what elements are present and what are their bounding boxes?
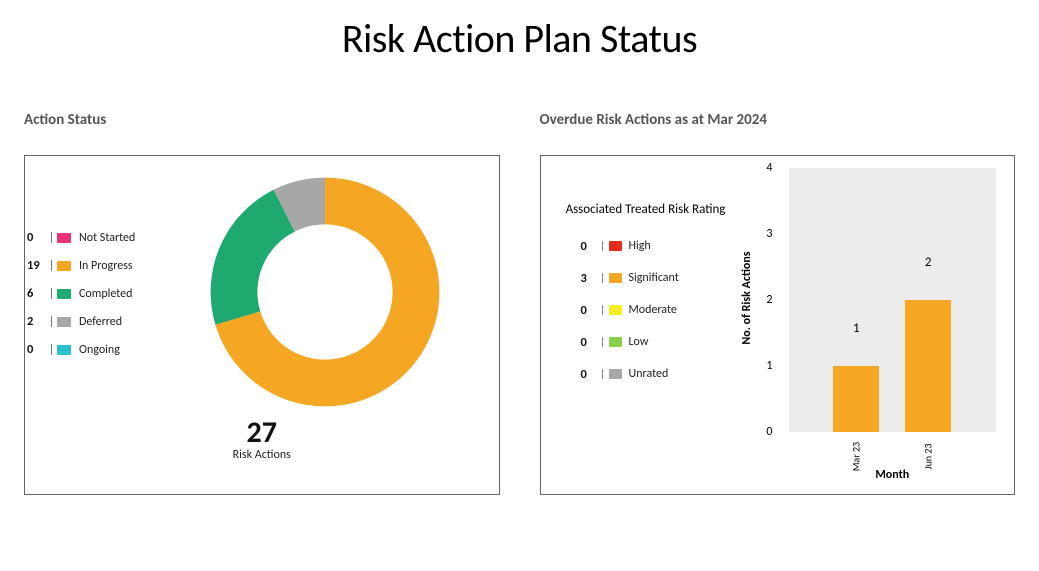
total-risk-actions: 27 Risk Actions	[25, 414, 499, 462]
legend-count: 0	[581, 239, 599, 254]
legend-row: 19 In Progress	[27, 258, 135, 273]
bar-value: 1	[853, 321, 860, 336]
legend-count: 19	[27, 258, 49, 273]
page-title: Risk Action Plan Status	[0, 14, 1039, 63]
y-tick: 0	[766, 425, 772, 439]
legend-label: Ongoing	[79, 343, 120, 357]
legend-row: 0 High	[581, 239, 733, 254]
legend-swatch	[57, 261, 71, 271]
legend-swatch	[609, 273, 622, 283]
legend-swatch	[609, 337, 622, 347]
legend-count: 0	[27, 230, 49, 245]
legend-row: 2 Deferred	[27, 314, 135, 329]
action-status-legend: 0 Not Started 19 In Progress 6 Completed 2 Defe…	[27, 230, 135, 370]
legend-count: 6	[27, 286, 49, 301]
legend-count: 2	[27, 314, 49, 329]
legend-label: Deferred	[79, 315, 122, 329]
legend-label: Unrated	[629, 367, 669, 381]
legend-row: 0 Ongoing	[27, 342, 135, 357]
legend-label: In Progress	[79, 259, 133, 273]
legend-swatch	[57, 317, 71, 327]
action-status-panel: Action Status 0 Not Started 19 In Progress 6…	[24, 111, 500, 495]
legend-swatch	[57, 345, 71, 355]
legend-swatch	[609, 305, 622, 315]
legend-label: High	[629, 239, 651, 253]
legend-row: 0 Unrated	[581, 367, 733, 382]
legend-count: 3	[581, 271, 599, 286]
legend-label: Low	[629, 335, 649, 349]
y-tick: 1	[766, 359, 772, 373]
total-count: 27	[25, 414, 499, 451]
legend-label: Moderate	[629, 303, 677, 317]
bar-value: 2	[925, 255, 932, 270]
legend-row: 3 Significant	[581, 271, 733, 286]
y-axis-label: No. of Risk Actions	[740, 251, 754, 344]
legend-row: 0 Not Started	[27, 230, 135, 245]
overdue-legend: Associated Treated Risk Rating 0 High 3 Sig…	[553, 166, 733, 486]
legend-row: 6 Completed	[27, 286, 135, 301]
action-status-card: 0 Not Started 19 In Progress 6 Completed 2 Defe…	[24, 155, 500, 495]
legend-label: Significant	[629, 271, 679, 285]
legend-swatch	[609, 369, 622, 379]
x-axis-label: Month	[789, 468, 997, 482]
legend-count: 0	[581, 335, 599, 350]
legend-count: 0	[581, 303, 599, 318]
legend-row: 0 Low	[581, 335, 733, 350]
x-axis-ticks: Mar 23Jun 23	[789, 438, 997, 463]
action-status-donut	[195, 162, 455, 422]
action-status-title: Action Status	[24, 111, 500, 129]
legend-count: 0	[27, 342, 49, 357]
overdue-panel: Overdue Risk Actions as at Mar 2024 Asso…	[540, 111, 1016, 495]
bar	[833, 366, 879, 432]
overdue-bar-chart: No. of Risk Actions 01234 12 Mar 23Jun 2…	[733, 166, 1003, 486]
legend-swatch	[57, 289, 71, 299]
overdue-legend-title: Associated Treated Risk Rating	[559, 202, 733, 219]
total-label: Risk Actions	[25, 448, 499, 462]
legend-label: Completed	[79, 287, 132, 301]
y-tick: 4	[766, 161, 772, 175]
overdue-card: Associated Treated Risk Rating 0 High 3 Sig…	[540, 155, 1016, 495]
legend-swatch	[609, 241, 622, 251]
overdue-title: Overdue Risk Actions as at Mar 2024	[540, 111, 1016, 129]
plot-area: 12	[789, 168, 997, 432]
legend-label: Not Started	[79, 231, 135, 245]
legend-row: 0 Moderate	[581, 303, 733, 318]
donut-slice	[211, 190, 295, 325]
y-tick: 2	[766, 293, 772, 307]
donut-chart-icon	[195, 162, 455, 422]
bar	[905, 300, 951, 432]
y-tick: 3	[766, 227, 772, 241]
legend-swatch	[57, 233, 71, 243]
legend-count: 0	[581, 367, 599, 382]
